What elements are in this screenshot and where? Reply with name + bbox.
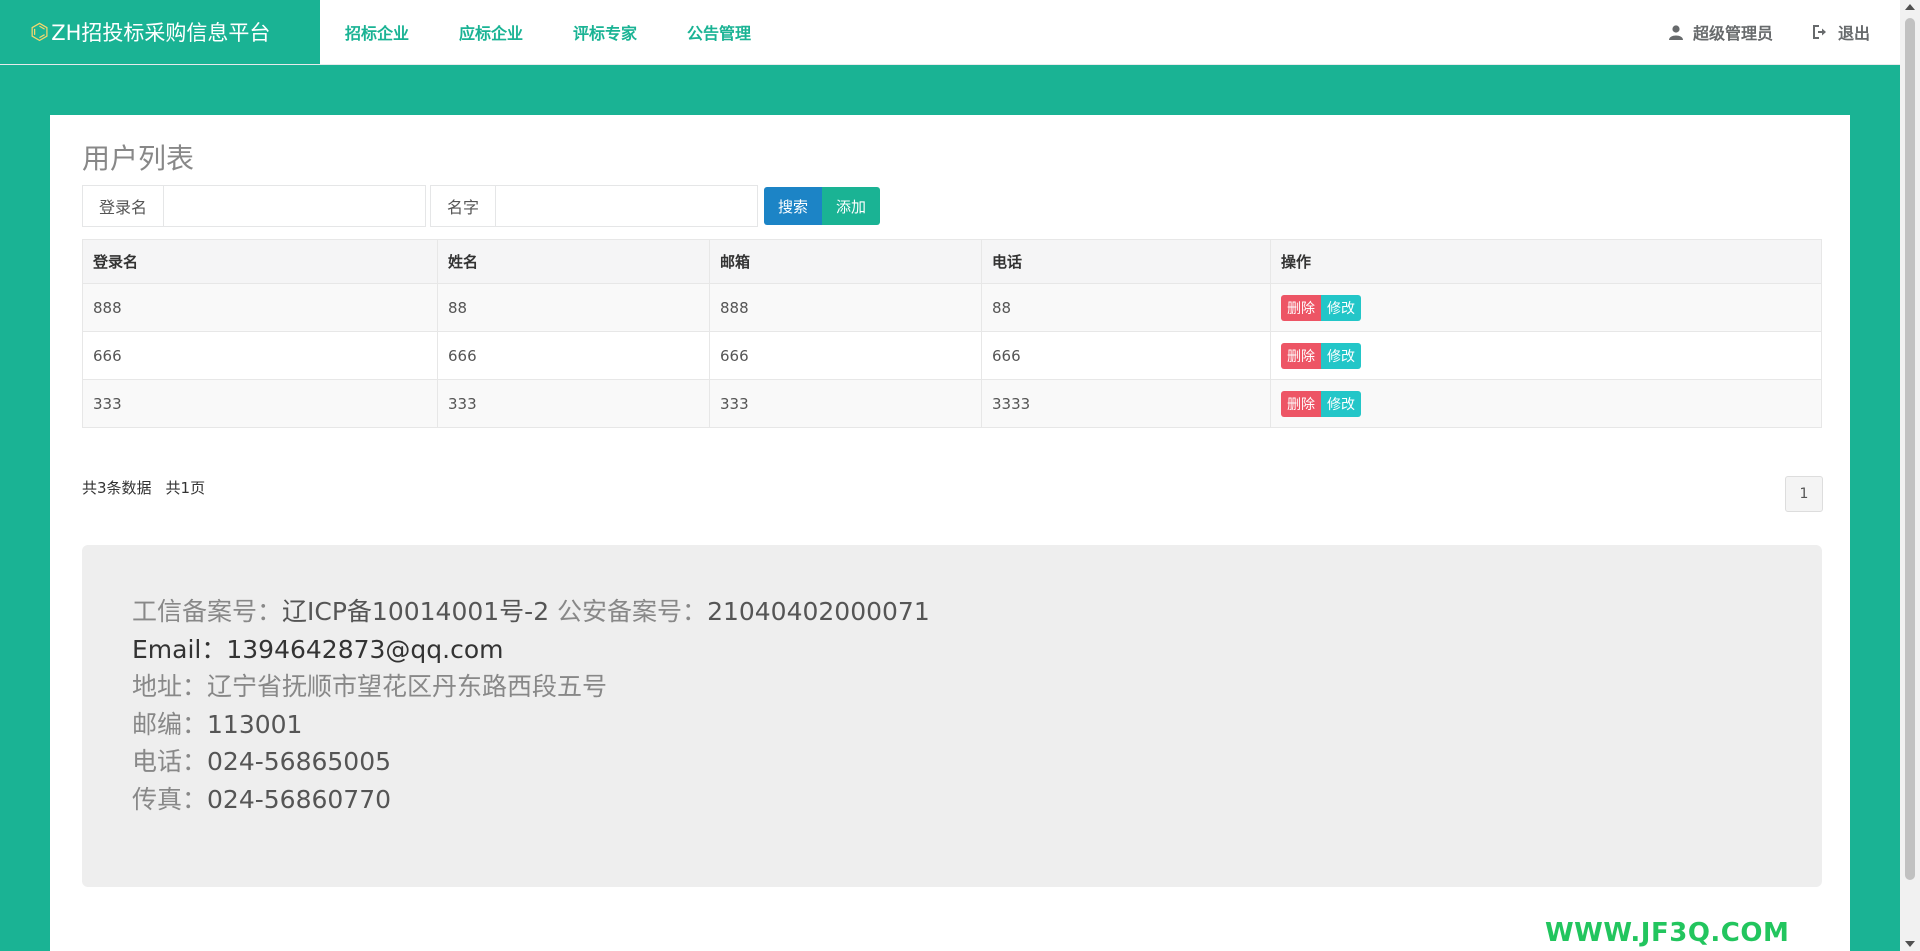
- nav-item-experts[interactable]: 评标专家: [573, 20, 637, 44]
- nav-item-bid-companies[interactable]: 招标企业: [345, 20, 409, 44]
- cell-phone: 3333: [981, 379, 1271, 428]
- cell-name: 88: [437, 283, 710, 332]
- col-email: 邮箱: [709, 239, 982, 284]
- table-summary: 共3条数据 共1页: [82, 477, 219, 498]
- logout-button[interactable]: 退出: [1812, 20, 1870, 44]
- police-label: 公安备案号：: [557, 597, 708, 626]
- table-row: 666 666 666 666 删除 修改: [82, 331, 1822, 380]
- logo-icon: ⌬: [30, 19, 50, 45]
- email-value: 1394642873@qq.com: [226, 634, 504, 664]
- edit-button[interactable]: 修改: [1321, 342, 1361, 369]
- table-row: 333 333 333 3333 删除 修改: [82, 379, 1822, 428]
- login-name-group: 登录名: [82, 185, 427, 227]
- search-button[interactable]: 搜索: [764, 187, 823, 225]
- police-value: 21040402000071: [707, 597, 930, 626]
- user-name: 超级管理员: [1692, 24, 1773, 43]
- site-footer: 工信备案号：辽ICP备10014001号-2 公安备案号：21040402000…: [82, 545, 1822, 887]
- sign-out-icon: [1812, 25, 1826, 39]
- cell-login-name: 888: [82, 283, 438, 332]
- cell-login-name: 333: [82, 379, 438, 428]
- pagination-page-1[interactable]: 1: [1785, 476, 1823, 512]
- main-panel: 用户列表 登录名 名字 搜索 添加 登录名 姓名 邮箱 电话 操作 888 88: [50, 115, 1850, 951]
- add-button[interactable]: 添加: [822, 187, 881, 225]
- cell-name: 333: [437, 379, 710, 428]
- address-value: 辽宁省抚顺市望花区丹东路西段五号: [207, 672, 608, 701]
- col-name: 姓名: [437, 239, 710, 284]
- nav-right: 超级管理员 退出: [1629, 0, 1870, 64]
- zip-label: 邮编：: [132, 709, 208, 739]
- vertical-scrollbar[interactable]: [1900, 0, 1920, 951]
- table-row: 888 88 888 88 删除 修改: [82, 283, 1822, 332]
- delete-button[interactable]: 删除: [1281, 342, 1321, 369]
- zip-value: 113001: [207, 709, 303, 739]
- footer-address: 地址：辽宁省抚顺市望花区丹东路西段五号: [132, 668, 1822, 706]
- brand[interactable]: ⌬ ZH招投标采购信息平台: [0, 0, 320, 64]
- scroll-thumb[interactable]: [1905, 18, 1915, 880]
- name-group: 名字: [430, 185, 759, 227]
- name-label: 名字: [430, 185, 496, 227]
- delete-button[interactable]: 删除: [1281, 390, 1321, 417]
- cell-email: 333: [709, 379, 982, 428]
- phone-value: 024-56865005: [207, 747, 391, 776]
- cell-name: 666: [437, 331, 710, 380]
- page-title: 用户列表: [82, 142, 195, 175]
- watermark-text: WWW.JF3Q.COM: [1545, 918, 1790, 948]
- address-label: 地址：: [132, 672, 208, 701]
- footer-fax: 传真：024-56860770: [132, 781, 1822, 819]
- page-count: 共1页: [165, 479, 206, 497]
- fax-value: 024-56860770: [207, 784, 391, 814]
- nav-item-announcements[interactable]: 公告管理: [687, 20, 751, 44]
- login-name-label: 登录名: [82, 185, 164, 227]
- cell-phone: 666: [981, 331, 1271, 380]
- cell-actions: 删除 修改: [1270, 283, 1822, 332]
- footer-zip: 邮编：113001: [132, 706, 1822, 744]
- scroll-up-arrow-icon[interactable]: [1905, 4, 1915, 10]
- record-count: 共3条数据: [82, 479, 152, 497]
- name-input[interactable]: [495, 185, 759, 227]
- cell-actions: 删除 修改: [1270, 379, 1822, 428]
- user-icon: [1668, 24, 1683, 40]
- email-label: Email：: [132, 634, 227, 664]
- footer-registration: 工信备案号：辽ICP备10014001号-2 公安备案号：21040402000…: [132, 593, 1822, 631]
- user-menu[interactable]: 超级管理员: [1668, 20, 1773, 44]
- login-name-input[interactable]: [163, 185, 427, 227]
- icp-value: 辽ICP备10014001号-2: [282, 597, 550, 626]
- footer-phone: 电话：024-56865005: [132, 743, 1822, 781]
- search-form: 登录名 名字 搜索 添加: [82, 185, 881, 227]
- col-login-name: 登录名: [82, 239, 438, 284]
- cell-actions: 删除 修改: [1270, 331, 1822, 380]
- logout-label: 退出: [1837, 24, 1870, 43]
- user-table: 登录名 姓名 邮箱 电话 操作 888 88 888 88 删除 修改 666 6…: [82, 239, 1822, 428]
- table-header-row: 登录名 姓名 邮箱 电话 操作: [82, 239, 1822, 284]
- delete-button[interactable]: 删除: [1281, 294, 1321, 321]
- edit-button[interactable]: 修改: [1321, 294, 1361, 321]
- cell-email: 888: [709, 283, 982, 332]
- cell-email: 666: [709, 331, 982, 380]
- footer-email: Email：1394642873@qq.com: [132, 631, 1822, 669]
- scroll-down-arrow-icon[interactable]: [1905, 941, 1915, 947]
- col-actions: 操作: [1270, 239, 1822, 284]
- fax-label: 传真：: [132, 784, 208, 814]
- phone-label: 电话：: [132, 747, 208, 776]
- col-phone: 电话: [981, 239, 1271, 284]
- nav-menu: 招标企业 应标企业 评标专家 公告管理: [320, 0, 776, 64]
- brand-title: ZH招投标采购信息平台: [51, 21, 271, 45]
- top-navbar: ⌬ ZH招投标采购信息平台 招标企业 应标企业 评标专家 公告管理 超级管理员 …: [0, 0, 1900, 65]
- nav-item-tender-companies[interactable]: 应标企业: [459, 20, 523, 44]
- icp-label: 工信备案号：: [132, 597, 283, 626]
- cell-phone: 88: [981, 283, 1271, 332]
- cell-login-name: 666: [82, 331, 438, 380]
- edit-button[interactable]: 修改: [1321, 390, 1361, 417]
